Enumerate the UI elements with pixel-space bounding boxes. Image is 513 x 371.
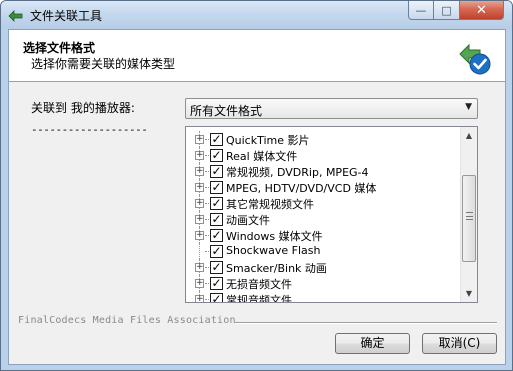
tree-item-label: Windows 媒体文件 xyxy=(226,230,323,243)
tree-item-label: 其它常规视频文件 xyxy=(226,198,314,211)
expand-icon[interactable]: + xyxy=(195,279,204,288)
expand-icon[interactable]: + xyxy=(195,231,204,240)
expand-icon[interactable]: + xyxy=(195,135,204,144)
associate-label: 关联到 我的播放器: xyxy=(31,101,135,115)
item-checkbox[interactable]: ✓ xyxy=(210,133,223,146)
format-dropdown-value: 所有文件格式 xyxy=(190,104,263,118)
tree-item[interactable]: + ✓ Real 媒体文件 xyxy=(186,147,458,163)
wizard-header: 选择文件格式 选择你需要关联的媒体类型 xyxy=(9,30,505,82)
tree-connector xyxy=(205,235,209,236)
footer-credit: FinalCodecs Media Files Association xyxy=(18,315,236,326)
scroll-thumb[interactable] xyxy=(462,175,476,262)
dropdown-arrow-icon: ▼ xyxy=(465,102,472,112)
tree-item[interactable]: + ✓ 常规音频文件 xyxy=(186,291,458,303)
app-arrow-icon xyxy=(8,10,23,22)
tree-connector xyxy=(205,171,209,172)
expand-icon[interactable]: + xyxy=(195,151,204,160)
association-check-icon xyxy=(459,43,491,75)
tree-item[interactable]: + ✓ 动画文件 xyxy=(186,211,458,227)
tree-connector xyxy=(205,203,209,204)
expand-icon[interactable]: + xyxy=(195,263,204,272)
item-checkbox[interactable]: ✓ xyxy=(210,165,223,178)
tree-item-label: Smacker/Bink 动画 xyxy=(226,262,327,275)
footer-divider xyxy=(235,322,497,324)
header-subtitle: 选择你需要关联的媒体类型 xyxy=(31,57,176,71)
tree-scrollbar[interactable]: ▲ ▼ xyxy=(460,127,477,302)
tree-connector xyxy=(199,243,200,259)
dialog-body: 选择文件格式 选择你需要关联的媒体类型 关联到 我的播放器: ---------… xyxy=(8,29,506,365)
tree-connector xyxy=(205,251,209,252)
window-controls: — □ ✕ xyxy=(408,1,504,20)
tree-connector xyxy=(205,267,209,268)
item-checkbox[interactable]: ✓ xyxy=(210,229,223,242)
expand-icon[interactable]: + xyxy=(195,295,204,302)
maximize-button[interactable]: □ xyxy=(434,1,460,20)
tree-item[interactable]: + ✓ Windows 媒体文件 xyxy=(186,227,458,243)
item-checkbox[interactable]: ✓ xyxy=(210,277,223,290)
expand-icon[interactable]: + xyxy=(195,183,204,192)
expand-icon[interactable]: + xyxy=(195,215,204,224)
file-association-window: 文件关联工具 — □ ✕ 选择文件格式 选择你需要关联的媒体类型 关联到 我的播… xyxy=(0,0,513,371)
expand-icon[interactable]: + xyxy=(195,167,204,176)
tree-connector xyxy=(205,283,209,284)
item-checkbox[interactable]: ✓ xyxy=(210,149,223,162)
expand-icon[interactable]: + xyxy=(195,199,204,208)
item-checkbox[interactable]: ✓ xyxy=(210,293,223,302)
tree-item-label: 常规视频, DVDRip, MPEG-4 xyxy=(226,166,369,179)
maximize-icon: □ xyxy=(441,3,452,17)
tree-connector xyxy=(205,187,209,188)
tree-item[interactable]: + ✓ 常规视频, DVDRip, MPEG-4 xyxy=(186,163,458,179)
format-dropdown[interactable]: 所有文件格式 ▼ xyxy=(185,98,478,119)
item-checkbox[interactable]: ✓ xyxy=(210,197,223,210)
minimize-button[interactable]: — xyxy=(408,1,434,20)
tree-connector xyxy=(205,155,209,156)
item-checkbox[interactable]: ✓ xyxy=(210,181,223,194)
scroll-up-icon[interactable]: ▲ xyxy=(461,127,477,144)
tree-item[interactable]: + ✓ Smacker/Bink 动画 xyxy=(186,259,458,275)
item-checkbox[interactable]: ✓ xyxy=(210,261,223,274)
header-title: 选择文件格式 xyxy=(23,41,96,55)
window-title: 文件关联工具 xyxy=(30,9,103,23)
tree-item-label: Shockwave Flash xyxy=(226,244,321,257)
close-button[interactable]: ✕ xyxy=(460,1,504,20)
tree-item[interactable]: + ✓ 其它常规视频文件 xyxy=(186,195,458,211)
tree-connector xyxy=(205,219,209,220)
grip-icon xyxy=(466,212,473,220)
minimize-icon: — xyxy=(415,3,427,17)
close-icon: ✕ xyxy=(476,2,487,18)
tree-connector xyxy=(205,139,209,140)
tree-item[interactable]: + ✓ QuickTime 影片 xyxy=(186,131,458,147)
cancel-button[interactable]: 取消(C) xyxy=(422,333,497,354)
scroll-down-icon[interactable]: ▼ xyxy=(461,285,477,302)
item-checkbox[interactable]: ✓ xyxy=(210,213,223,226)
tree-item-label: 动画文件 xyxy=(226,214,270,227)
ok-button[interactable]: 确定 xyxy=(335,333,410,354)
tree-item-label: Real 媒体文件 xyxy=(226,150,298,163)
title-bar[interactable]: 文件关联工具 — □ ✕ xyxy=(1,1,512,29)
tree-item-label: 无损音频文件 xyxy=(226,278,292,291)
tree-item[interactable]: + ✓ 无损音频文件 xyxy=(186,275,458,291)
tree-item[interactable]: + ✓ MPEG, HDTV/DVD/VCD 媒体 xyxy=(186,179,458,195)
tree-item-label: QuickTime 影片 xyxy=(226,134,310,147)
tree-item[interactable]: ✓ Shockwave Flash xyxy=(186,243,458,259)
tree-item-label: MPEG, HDTV/DVD/VCD 媒体 xyxy=(226,182,377,195)
tree-connector xyxy=(205,299,209,300)
item-checkbox[interactable]: ✓ xyxy=(210,245,223,258)
tree-item-label: 常规音频文件 xyxy=(226,294,292,303)
format-tree[interactable]: + ✓ 常规音频文件 + ✓ 无损音频文件 + ✓ Smacker/Bink 动画 ✓ Shockw… xyxy=(185,126,478,303)
dashed-separator: ------------------- xyxy=(31,123,148,136)
